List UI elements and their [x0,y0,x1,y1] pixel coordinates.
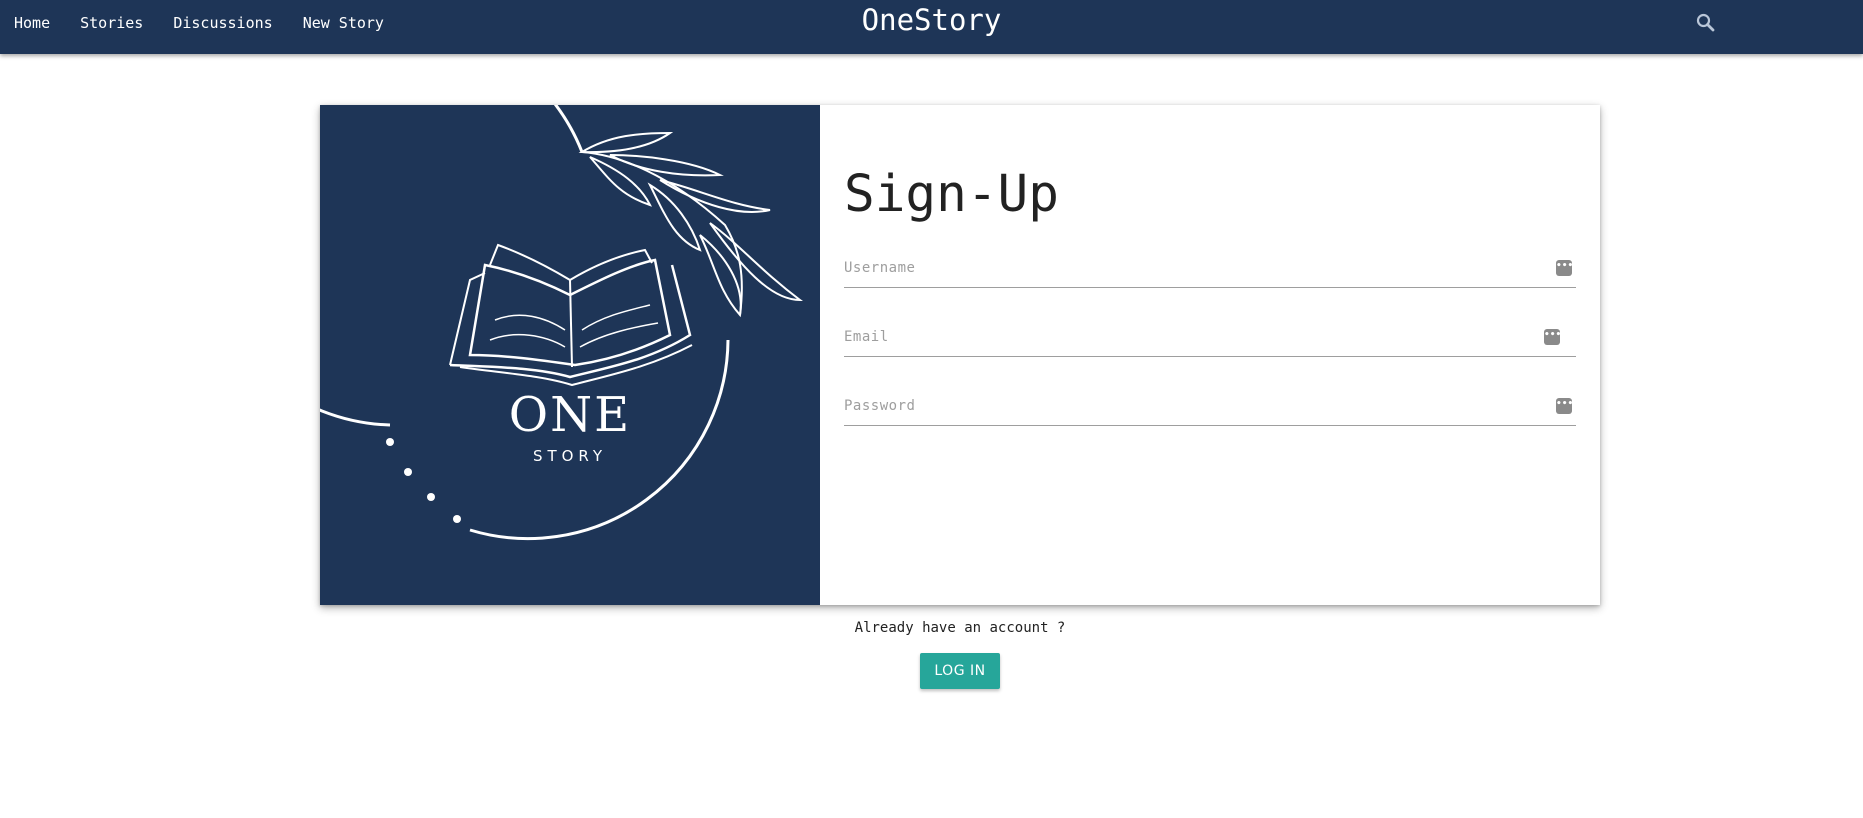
nav-links: Home Stories Discussions New Story [14,0,414,46]
brand-title[interactable]: OneStory [862,3,1002,37]
logo-story-text: STORY [532,447,608,465]
login-button[interactable]: LOG IN [920,653,1000,689]
password-field-wrapper: ••• [844,391,1576,426]
password-input[interactable] [844,391,1524,421]
search-icon[interactable] [1694,11,1718,35]
password-manager-icon[interactable]: ••• [1544,329,1561,345]
nav-link-new-story[interactable]: New Story [303,14,384,32]
signup-form: Sign-Up ••• ••• ••• [844,105,1576,605]
email-input[interactable] [844,322,1524,352]
signup-title: Sign-Up [844,165,1059,224]
logo-one-text: ONE [508,387,632,443]
already-have-account-text: Already have an account ? [854,620,1066,636]
logo-panel: ONE STORY [320,105,820,605]
password-manager-icon[interactable]: ••• [1556,260,1573,276]
email-field-wrapper: ••• [844,322,1576,357]
nav-link-stories[interactable]: Stories [80,14,143,32]
signup-card: ONE STORY Sign-Up ••• ••• ••• [320,105,1600,605]
book-leaf-logo-icon [320,105,804,541]
top-navbar: Home Stories Discussions New Story OneSt… [0,0,1863,54]
nav-link-discussions[interactable]: Discussions [173,14,272,32]
username-input[interactable] [844,253,1524,283]
nav-link-home[interactable]: Home [14,14,50,32]
password-manager-icon[interactable]: ••• [1556,398,1573,414]
username-field-wrapper: ••• [844,253,1576,288]
